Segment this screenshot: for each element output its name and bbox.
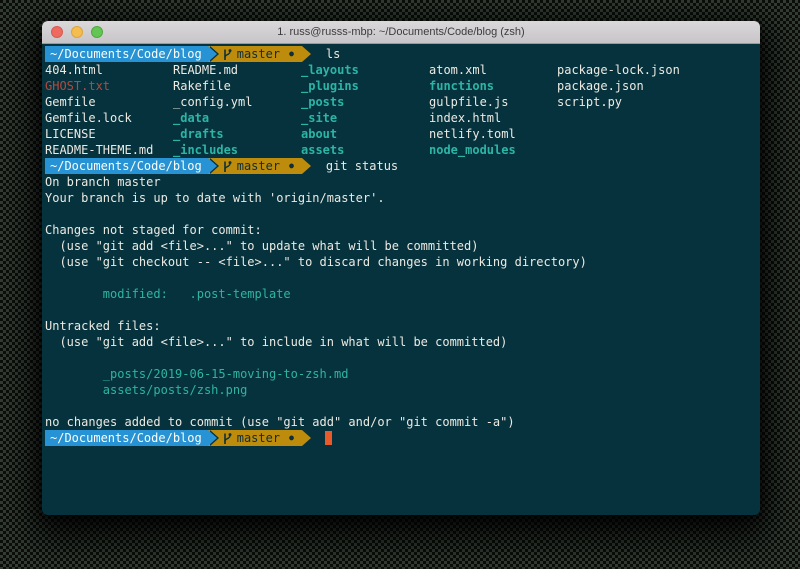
branch-name: master (237, 430, 280, 446)
cursor-block[interactable] (325, 431, 332, 445)
git-status-line (45, 302, 760, 318)
powerline-arrow-end (302, 430, 320, 446)
ls-entry-file: README.md (173, 62, 301, 78)
ls-entry-file: package-lock.json (557, 62, 685, 78)
git-status-line: Untracked files: (45, 318, 760, 334)
git-status-line: (use "git add <file>..." to include in w… (45, 334, 760, 350)
zoom-button[interactable] (91, 26, 103, 38)
ls-entry-directory: _drafts (173, 126, 301, 142)
ls-entry-directory: about (301, 126, 429, 142)
ls-row: Gemfile_config.yml_postsgulpfile.jsscrip… (45, 94, 760, 110)
prompt-path-segment: ~/Documents/Code/blog (45, 430, 208, 446)
git-status-line: no changes added to commit (use "git add… (45, 414, 760, 430)
ls-row: GHOST.txtRakefile_pluginsfunctionspackag… (45, 78, 760, 94)
prompt-branch-segment: master ● (219, 158, 302, 174)
traffic-lights (51, 26, 103, 38)
ls-entry-file: gulpfile.js (429, 94, 557, 110)
git-branch-icon (222, 160, 232, 173)
ls-row: LICENSE_draftsaboutnetlify.toml (45, 126, 760, 142)
ls-entry-directory: assets (301, 142, 429, 158)
ls-entry-file: netlify.toml (429, 126, 557, 142)
git-status-line: Changes not staged for commit: (45, 222, 760, 238)
prompt-path-segment: ~/Documents/Code/blog (45, 46, 208, 62)
git-status-line (45, 206, 760, 222)
branch-name: master (237, 46, 280, 62)
git-status-line (45, 350, 760, 366)
command-text: git status (326, 158, 398, 174)
prompt-branch-segment: master ● (219, 430, 302, 446)
ls-row: Gemfile.lock_data_siteindex.html (45, 110, 760, 126)
prompt-line: ~/Documents/Code/blog master ● (45, 430, 760, 446)
ls-entry-file: Rakefile (173, 78, 301, 94)
ls-entry-directory: _includes (173, 142, 301, 158)
ls-entry-file: GHOST.txt (45, 78, 173, 94)
terminal-window: 1. russ@russs-mbp: ~/Documents/Code/blog… (42, 21, 760, 515)
dirty-indicator: ● (289, 158, 294, 174)
dirty-indicator: ● (289, 430, 294, 446)
powerline-arrow-end (302, 158, 320, 174)
desktop: { "window": { "title": "1. russ@russs-mb… (0, 0, 800, 569)
prompt-path-segment: ~/Documents/Code/blog (45, 158, 208, 174)
close-button[interactable] (51, 26, 63, 38)
git-status-line (45, 270, 760, 286)
ls-entry-directory: _plugins (301, 78, 429, 94)
git-status-line: modified: .post-template (45, 286, 760, 302)
ls-entry-file: index.html (429, 110, 557, 126)
minimize-button[interactable] (71, 26, 83, 38)
git-status-line: _posts/2019-06-15-moving-to-zsh.md (45, 366, 760, 382)
command-text: ls (326, 46, 340, 62)
prompt-line: ~/Documents/Code/blog master ● ls (45, 46, 760, 62)
powerline-arrow-end (302, 46, 320, 62)
ls-entry-file: Gemfile (45, 94, 173, 110)
ls-row: 404.htmlREADME.md_layoutsatom.xmlpackage… (45, 62, 760, 78)
window-title: 1. russ@russs-mbp: ~/Documents/Code/blog… (277, 26, 524, 38)
git-status-line: assets/posts/zsh.png (45, 382, 760, 398)
titlebar[interactable]: 1. russ@russs-mbp: ~/Documents/Code/blog… (42, 21, 760, 44)
git-branch-icon (222, 48, 232, 61)
powerline-arrow (208, 430, 219, 446)
ls-row: README-THEME.md_includesassetsnode_modul… (45, 142, 760, 158)
git-status-line: (use "git checkout -- <file>..." to disc… (45, 254, 760, 270)
ls-entry-directory: _posts (301, 94, 429, 110)
dirty-indicator: ● (289, 46, 294, 62)
ls-entry-directory: _data (173, 110, 301, 126)
ls-entry-file: README-THEME.md (45, 142, 173, 158)
ls-entry-file: Gemfile.lock (45, 110, 173, 126)
ls-entry-directory: _site (301, 110, 429, 126)
ls-entry-directory: functions (429, 78, 557, 94)
powerline-arrow (208, 46, 219, 62)
ls-entry-file: _config.yml (173, 94, 301, 110)
branch-name: master (237, 158, 280, 174)
ls-entry-directory: node_modules (429, 142, 557, 158)
git-status-line (45, 398, 760, 414)
prompt-line: ~/Documents/Code/blog master ● git status (45, 158, 760, 174)
terminal-screen[interactable]: ~/Documents/Code/blogmaster●ls404.htmlRE… (42, 44, 760, 515)
git-branch-icon (222, 432, 232, 445)
ls-entry-directory: _layouts (301, 62, 429, 78)
prompt-branch-segment: master ● (219, 46, 302, 62)
ls-entry-file: package.json (557, 78, 685, 94)
ls-entry-file: script.py (557, 94, 685, 110)
git-status-output: On branch masterYour branch is up to dat… (45, 174, 760, 430)
ls-entry-file: 404.html (45, 62, 173, 78)
ls-output: 404.htmlREADME.md_layoutsatom.xmlpackage… (45, 62, 760, 158)
ls-entry-file: LICENSE (45, 126, 173, 142)
git-status-line: Your branch is up to date with 'origin/m… (45, 190, 760, 206)
git-status-line: On branch master (45, 174, 760, 190)
powerline-arrow (208, 158, 219, 174)
git-status-line: (use "git add <file>..." to update what … (45, 238, 760, 254)
ls-entry-file: atom.xml (429, 62, 557, 78)
